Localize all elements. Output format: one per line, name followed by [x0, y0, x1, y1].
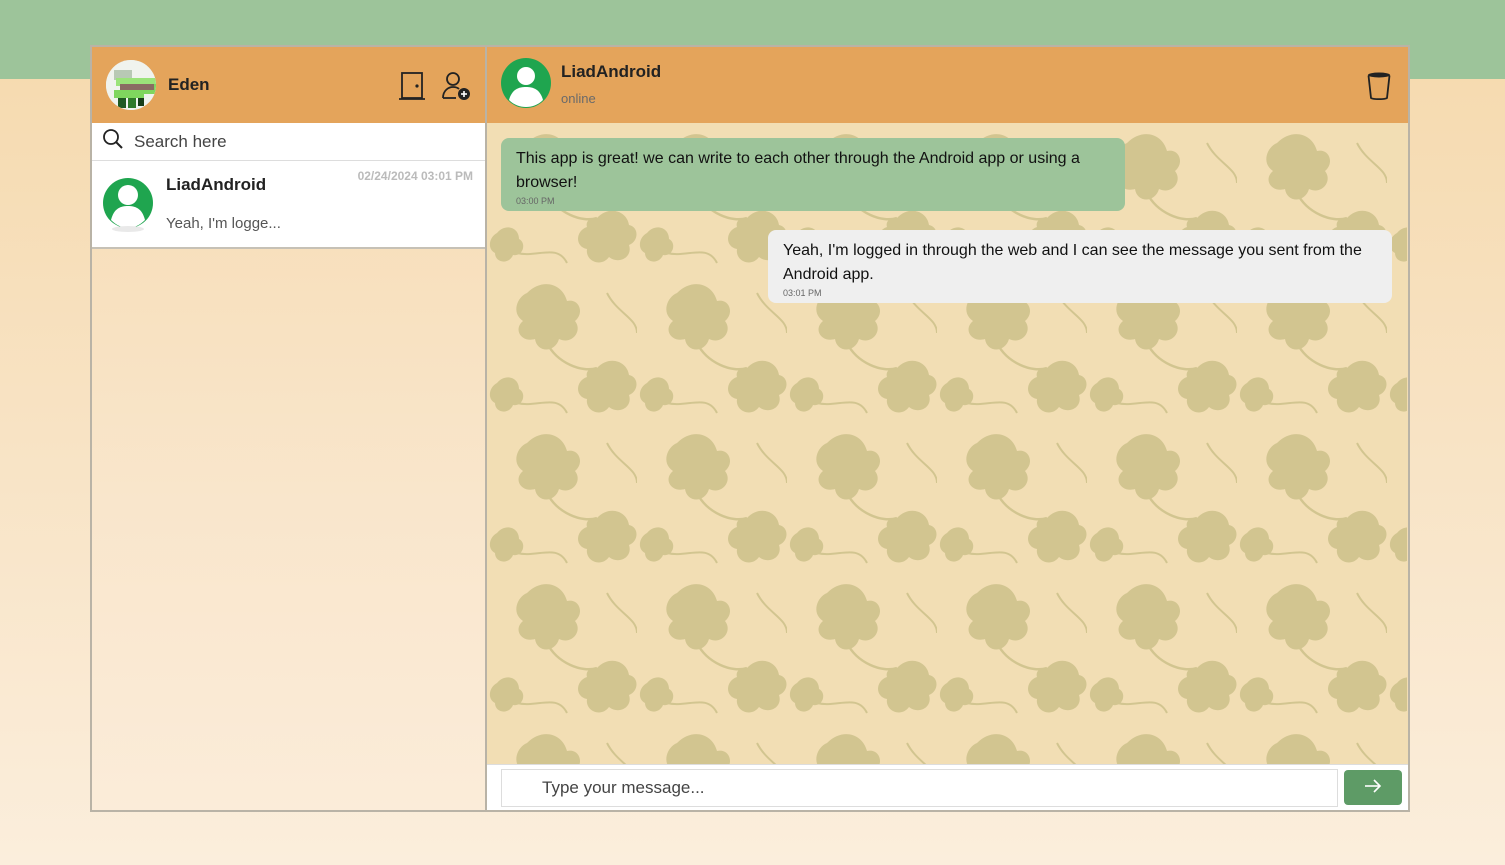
search-bar [92, 123, 485, 161]
contact-item-liadandroid[interactable]: LiadAndroid Yeah, I'm logge... 02/24/202… [92, 161, 485, 249]
search-input[interactable] [134, 131, 454, 152]
message-text: This app is great! we can write to each … [516, 150, 1080, 191]
add-user-icon[interactable] [441, 71, 471, 101]
arrow-right-icon [1364, 779, 1382, 796]
contact-name: LiadAndroid [166, 175, 267, 194]
message-area[interactable]: This app is great! we can write to each … [487, 123, 1408, 764]
message-time: 03:01 PM [783, 288, 822, 298]
user-name: Eden [168, 75, 210, 94]
message-input[interactable] [501, 768, 1338, 807]
send-button[interactable] [1344, 770, 1402, 805]
message-text: Yeah, I'm logged in through the web and … [783, 242, 1362, 283]
sidebar: Eden Search here LiadAndroid Yeah, I'm l… [92, 47, 487, 810]
leaf-pattern-background [487, 123, 1407, 764]
door-icon[interactable] [397, 71, 427, 101]
chat-app-window: Eden Search here LiadAndroid Yeah, I'm l… [90, 45, 1410, 812]
contact-timestamp: 02/24/2024 03:01 PM [357, 169, 473, 183]
sidebar-header: Eden [92, 47, 485, 123]
message-outgoing[interactable]: Yeah, I'm logged in through the web and … [768, 230, 1392, 303]
message-incoming[interactable]: This app is great! we can write to each … [501, 138, 1125, 211]
chat-contact-name: LiadAndroid [561, 62, 662, 81]
chat-contact-avatar[interactable] [501, 57, 551, 113]
chat-header: LiadAndroid online [487, 47, 1408, 123]
trash-icon[interactable] [1364, 71, 1394, 101]
contact-avatar [102, 175, 154, 233]
chat-panel: LiadAndroid online This app is great! we… [487, 47, 1408, 810]
message-composer [487, 764, 1408, 810]
contact-last-message: Yeah, I'm logge... [166, 215, 281, 232]
user-avatar[interactable] [106, 60, 156, 110]
search-icon [102, 128, 124, 155]
chat-contact-status: online [561, 91, 596, 106]
message-time: 03:00 PM [516, 196, 555, 206]
